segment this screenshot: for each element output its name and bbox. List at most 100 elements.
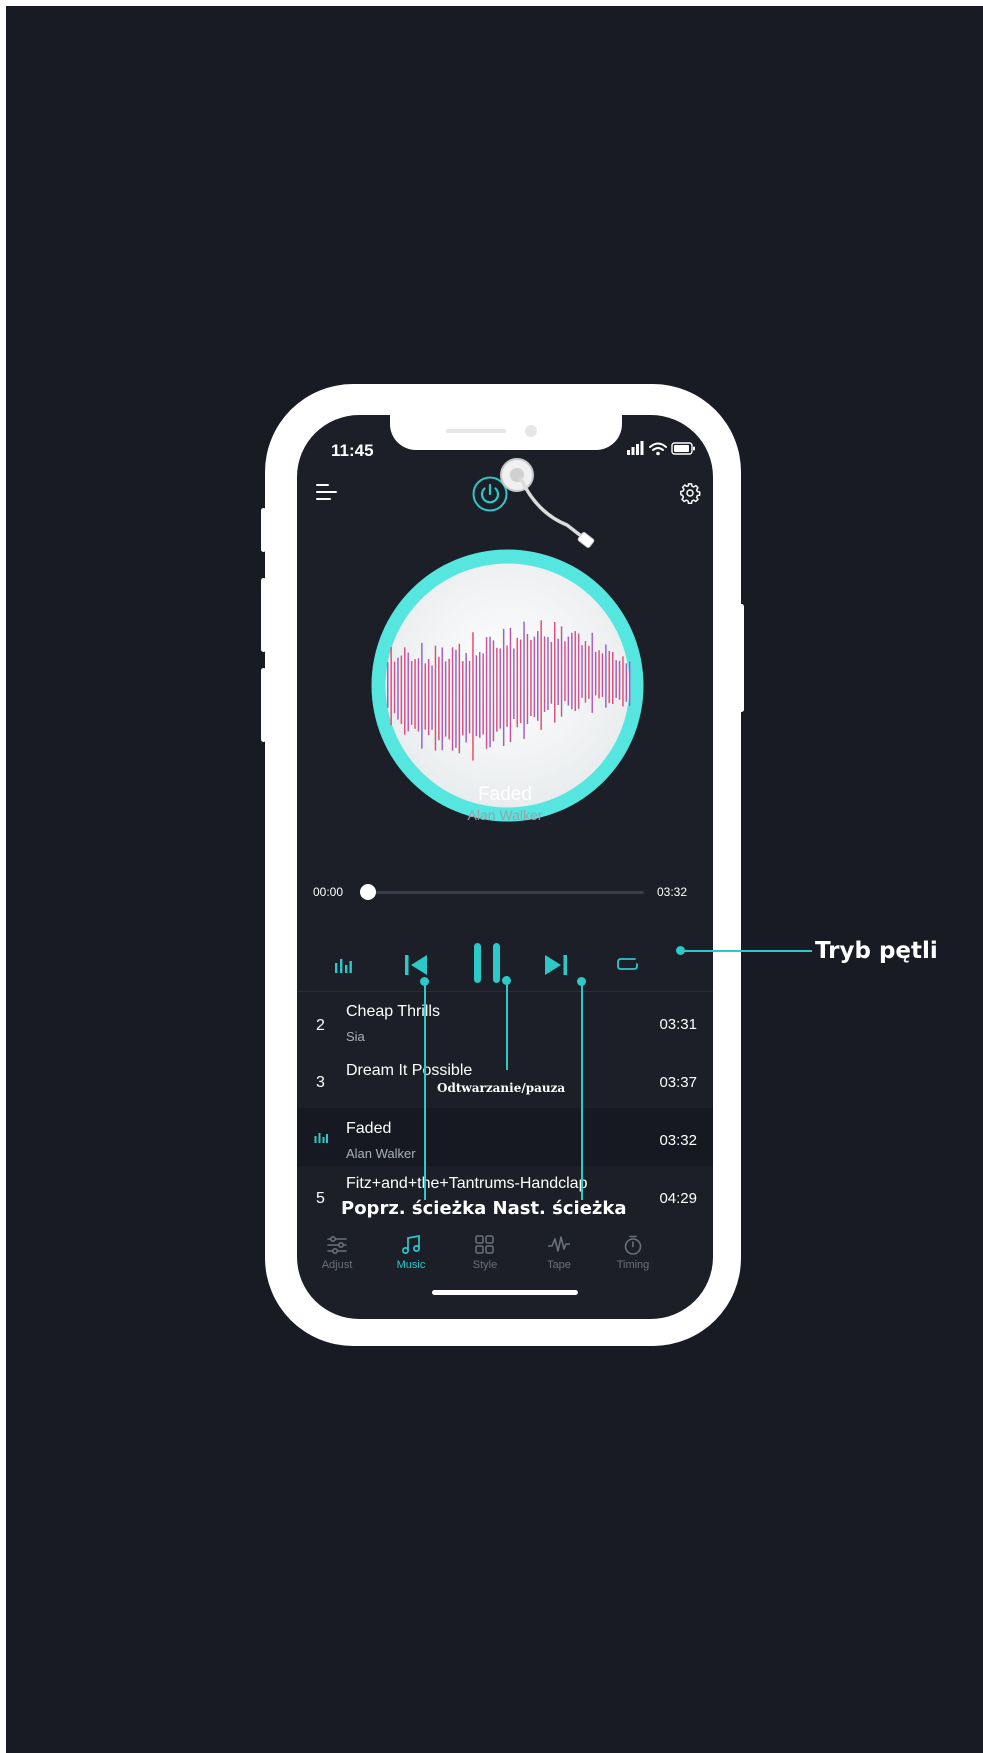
tab-adjust[interactable]: Adjust (307, 1235, 367, 1271)
progress-track[interactable] (369, 891, 644, 894)
tab-music[interactable]: Music (381, 1235, 441, 1271)
gear-icon[interactable] (679, 482, 701, 504)
waveform-bar (537, 631, 539, 721)
now-playing-icon (314, 1133, 328, 1143)
waveform-bar (612, 652, 614, 704)
waveform-bar (475, 655, 478, 737)
power-button (739, 604, 744, 712)
waveform-bar (571, 632, 573, 710)
waveform-bar (629, 661, 631, 706)
tab-timing[interactable]: Timing (603, 1235, 663, 1271)
waveform-bar (414, 659, 416, 729)
song-duration: 04:29 (659, 1190, 697, 1207)
progress-knob[interactable] (360, 884, 376, 900)
song-duration: 03:32 (659, 1132, 697, 1149)
waveform-bar (523, 621, 525, 739)
waveform-bar (605, 644, 607, 708)
list-item[interactable]: Dream It Possible 3 03:37 (297, 1050, 713, 1108)
waveform-bar (567, 636, 570, 706)
waveform-bar (577, 633, 580, 709)
status-time: 11:45 (331, 441, 374, 460)
speaker (446, 429, 506, 433)
tab-style[interactable]: Style (455, 1235, 515, 1271)
waveform-bar (492, 640, 495, 742)
waveform-bar (407, 652, 410, 732)
waveform-bar (485, 637, 488, 749)
waveform-bar (499, 648, 502, 729)
waveform-bar (448, 658, 450, 740)
waveform-bar (455, 649, 457, 748)
next-callout-line (581, 984, 583, 1200)
waveform-bar (462, 661, 464, 736)
list-item-active[interactable]: Faded Alan Walker 03:32 (297, 1108, 713, 1166)
waveform-bar (533, 636, 536, 718)
silent-switch (261, 508, 266, 552)
waveform-bar (598, 650, 600, 699)
sliders-icon (327, 1235, 347, 1255)
waveform-bar (489, 636, 491, 748)
waveform-bar (622, 656, 624, 707)
pause-button[interactable] (472, 941, 502, 985)
waveform-bar (468, 660, 471, 734)
waveform-bar (625, 663, 628, 702)
loop-mode-label: Tryb pętli (815, 938, 938, 964)
home-indicator (432, 1290, 578, 1295)
waveform-bar (431, 665, 433, 730)
tab-label: Style (472, 1259, 498, 1271)
menu-icon[interactable] (316, 482, 338, 502)
waveform-bar (397, 657, 399, 720)
waveform-bar (608, 650, 611, 704)
notch (390, 415, 622, 450)
tape-wave-icon (548, 1236, 570, 1252)
equalizer-icon[interactable] (334, 957, 352, 973)
waveform-bar (594, 651, 597, 696)
play-callout-line (506, 984, 508, 1070)
waveform-bar (526, 633, 529, 725)
previous-track-button[interactable] (404, 954, 428, 976)
next-track-button[interactable] (544, 954, 568, 976)
waveform-bar (482, 653, 484, 735)
album-disc (371, 549, 644, 822)
waveform-bar (557, 638, 559, 705)
waveform-bar (588, 645, 590, 699)
prev-next-label: Poprz. ścieżka Nast. ścieżka (341, 1198, 627, 1219)
waveform-bar (451, 647, 454, 751)
tab-tape[interactable]: Tape (529, 1235, 589, 1271)
waveform-bar (441, 647, 444, 751)
status-icons (627, 441, 695, 456)
loop-mode-icon[interactable] (617, 956, 639, 972)
waveform-bar (458, 643, 461, 754)
waveform-bar (591, 632, 594, 713)
waveform-bar (387, 662, 389, 708)
song-artist: Alan Walker (346, 1146, 416, 1161)
song-number: 3 (316, 1074, 325, 1091)
waveform-bar (509, 627, 512, 743)
grid-icon (475, 1235, 494, 1254)
song-title: Fitz+and+the+Tantrums-Handclap (346, 1175, 588, 1192)
song-number: 2 (316, 1017, 325, 1034)
track-artist: Alan Walker (467, 807, 543, 823)
waveform-bar (465, 652, 467, 743)
presentation-canvas: 11:45 Faded Alan Walker 00:00 03:32 Chea… (6, 6, 983, 1753)
song-artist: Sia (346, 1029, 365, 1044)
tab-label: Music (396, 1259, 426, 1271)
waveform-bar (506, 645, 508, 727)
prev-callout-line (424, 984, 426, 1200)
waveform-bar (513, 648, 515, 719)
total-time: 03:32 (657, 885, 688, 899)
list-item[interactable]: Cheap Thrills 2 Sia 03:31 (297, 992, 713, 1050)
waveform-bar (427, 659, 430, 736)
waveform-bar (417, 658, 420, 732)
waveform-bar (584, 641, 587, 703)
song-duration: 03:37 (659, 1074, 697, 1091)
waveform-bar (502, 628, 505, 746)
waveform-bar (554, 622, 556, 723)
waveform-bar (410, 661, 413, 725)
waveform-bar (615, 660, 617, 698)
loop-callout-line (684, 950, 812, 952)
waveform-bar (438, 656, 440, 741)
waveform-bar (540, 620, 542, 730)
waveform-bar (547, 637, 549, 710)
waveform-bar (530, 639, 532, 716)
volume-up-button (261, 578, 266, 652)
